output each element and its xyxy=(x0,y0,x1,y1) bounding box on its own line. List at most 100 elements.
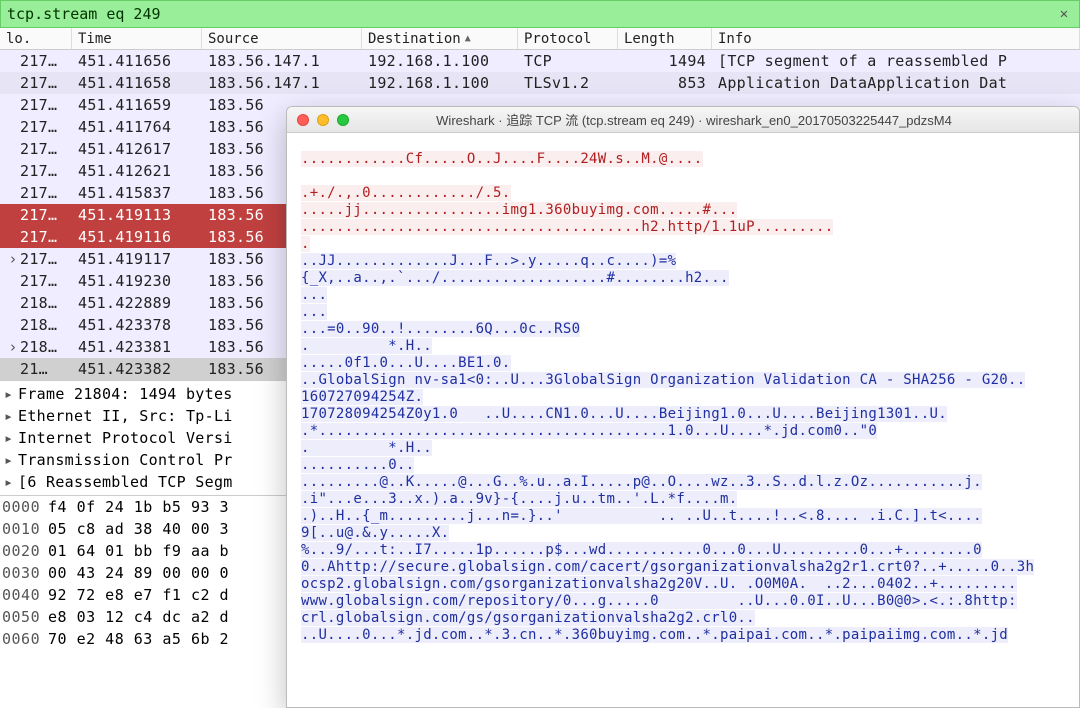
cell-info: [TCP segment of a reassembled P xyxy=(712,52,1080,70)
stream-line: .....0f1.0...U....BE1.0. xyxy=(301,355,1071,372)
display-filter-bar: ✕ xyxy=(0,0,1080,28)
cell-time: 451.411659 xyxy=(72,96,202,114)
stream-line: .....jj................img1.360buyimg.co… xyxy=(301,202,1071,219)
hex-offset: 0020 xyxy=(2,540,48,562)
stream-line: {_X,..a..,.`.../...................#....… xyxy=(301,270,1071,287)
column-time[interactable]: Time xyxy=(72,28,202,49)
stream-line xyxy=(301,168,1071,185)
cell-no: 217… xyxy=(0,206,72,224)
chevron-right-icon[interactable]: ▸ xyxy=(4,449,18,471)
cell-source: 183.56.147.1 xyxy=(202,52,362,70)
chevron-right-icon[interactable]: ▸ xyxy=(4,383,18,405)
stream-line: ...=0..90..!........6Q...0c..RS0 xyxy=(301,321,1071,338)
cell-time: 451.412617 xyxy=(72,140,202,158)
hex-offset: 0010 xyxy=(2,518,48,540)
stream-line: %...9/...t:..I7.....1p......p$...wd.....… xyxy=(301,542,1071,559)
stream-line: .)..H..{_m.........j...n=.}..' .. ..U..t… xyxy=(301,508,1071,525)
cell-no: 217… xyxy=(0,52,72,70)
cell-no: ›218… xyxy=(0,338,72,356)
stream-line: ..JJ.............J...F..>.y.....q..c....… xyxy=(301,253,1071,270)
cell-time: 451.423378 xyxy=(72,316,202,334)
stream-line: .......................................h… xyxy=(301,219,1071,236)
stream-line: .........@..K.....@...G..%.u..a.I.....p@… xyxy=(301,474,1071,491)
packet-list-header: lo.TimeSourceDestination▲ProtocolLengthI… xyxy=(0,28,1080,50)
cell-no: 217… xyxy=(0,96,72,114)
filter-clear-icon[interactable]: ✕ xyxy=(1055,5,1073,23)
stream-line: crl.globalsign.com/gs/gsorganizationvals… xyxy=(301,610,1071,627)
cell-destination: 192.168.1.100 xyxy=(362,74,518,92)
column-protocol[interactable]: Protocol xyxy=(518,28,618,49)
stream-line: ocsp2.globalsign.com/gsorganizationvalsh… xyxy=(301,576,1071,593)
cell-time: 451.419116 xyxy=(72,228,202,246)
cell-info: Application DataApplication Dat xyxy=(712,74,1080,92)
cell-no: 217… xyxy=(0,162,72,180)
cell-time: 451.412621 xyxy=(72,162,202,180)
cell-no: 217… xyxy=(0,184,72,202)
cell-protocol: TLSv1.2 xyxy=(518,74,618,92)
cell-time: 451.411658 xyxy=(72,74,202,92)
stream-line: www.globalsign.com/repository/0...g.....… xyxy=(301,593,1071,610)
stream-line: ... xyxy=(301,287,1071,304)
stream-content[interactable]: ............Cf.....O..J....F....24W.s..M… xyxy=(287,133,1079,707)
cell-no: 217… xyxy=(0,140,72,158)
column-destination[interactable]: Destination▲ xyxy=(362,28,518,49)
stream-line: ............Cf.....O..J....F....24W.s..M… xyxy=(301,151,1071,168)
stream-line: ..GlobalSign nv-sa1<0:..U...3GlobalSign … xyxy=(301,372,1071,389)
column-no[interactable]: lo. xyxy=(0,28,72,49)
stream-line: 170728094254Z0y1.0 ..U....CN1.0...U....B… xyxy=(301,406,1071,423)
cell-time: 451.423381 xyxy=(72,338,202,356)
cell-no: 218… xyxy=(0,316,72,334)
chevron-right-icon[interactable]: ▸ xyxy=(4,471,18,493)
stream-line: . xyxy=(301,236,1071,253)
stream-line: . *.H.. xyxy=(301,338,1071,355)
window-titlebar[interactable]: Wireshark · 追踪 TCP 流 (tcp.stream eq 249)… xyxy=(287,107,1079,133)
stream-line: 9[..u@.&.y.....X. xyxy=(301,525,1071,542)
stream-line: ..U....0...*.jd.com..*.3.cn..*.360buyimg… xyxy=(301,627,1071,644)
cell-no: 217… xyxy=(0,74,72,92)
hex-offset: 0040 xyxy=(2,584,48,606)
table-row[interactable]: 217…451.411658183.56.147.1192.168.1.100T… xyxy=(0,72,1080,94)
display-filter-input[interactable] xyxy=(7,5,1055,23)
cell-time: 451.415837 xyxy=(72,184,202,202)
cell-no: 217… xyxy=(0,272,72,290)
stream-line: .+./.,.0............/.5. xyxy=(301,185,1071,202)
sort-indicator-icon: ▲ xyxy=(465,33,471,44)
close-icon[interactable] xyxy=(297,114,309,126)
cell-no: 217… xyxy=(0,228,72,246)
cell-time: 451.419113 xyxy=(72,206,202,224)
chevron-right-icon[interactable]: ▸ xyxy=(4,427,18,449)
column-info[interactable]: Info xyxy=(712,28,1080,49)
cell-source: 183.56.147.1 xyxy=(202,74,362,92)
hex-offset: 0060 xyxy=(2,628,48,650)
cell-time: 451.411764 xyxy=(72,118,202,136)
zoom-icon[interactable] xyxy=(337,114,349,126)
cell-no: 217… xyxy=(0,118,72,136)
stream-line: .i"...e...3..x.).a..9v}-{....j.u..tm..'.… xyxy=(301,491,1071,508)
chevron-right-icon[interactable]: ▸ xyxy=(4,405,18,427)
cell-destination: 192.168.1.100 xyxy=(362,52,518,70)
stream-line: 0..Ahttp://secure.globalsign.com/cacert/… xyxy=(301,559,1071,576)
minimize-icon[interactable] xyxy=(317,114,329,126)
hex-offset: 0000 xyxy=(2,496,48,518)
cell-no: 21… xyxy=(0,360,72,378)
stream-line: .*......................................… xyxy=(301,423,1071,440)
cell-time: 451.419230 xyxy=(72,272,202,290)
cell-no: ›217… xyxy=(0,250,72,268)
cell-protocol: TCP xyxy=(518,52,618,70)
stream-line: ..........0.. xyxy=(301,457,1071,474)
hex-offset: 0030 xyxy=(2,562,48,584)
window-title: Wireshark · 追踪 TCP 流 (tcp.stream eq 249)… xyxy=(359,110,1079,129)
stream-line: ... xyxy=(301,304,1071,321)
cell-time: 451.411656 xyxy=(72,52,202,70)
cell-length: 1494 xyxy=(618,52,712,70)
stream-line: . *.H.. xyxy=(301,440,1071,457)
cell-time: 451.419117 xyxy=(72,250,202,268)
stream-line: 160727094254Z. xyxy=(301,389,1071,406)
column-length[interactable]: Length xyxy=(618,28,712,49)
column-source[interactable]: Source xyxy=(202,28,362,49)
table-row[interactable]: 217…451.411656183.56.147.1192.168.1.100T… xyxy=(0,50,1080,72)
follow-tcp-stream-window: Wireshark · 追踪 TCP 流 (tcp.stream eq 249)… xyxy=(286,106,1080,708)
cell-no: 218… xyxy=(0,294,72,312)
cell-length: 853 xyxy=(618,74,712,92)
hex-offset: 0050 xyxy=(2,606,48,628)
